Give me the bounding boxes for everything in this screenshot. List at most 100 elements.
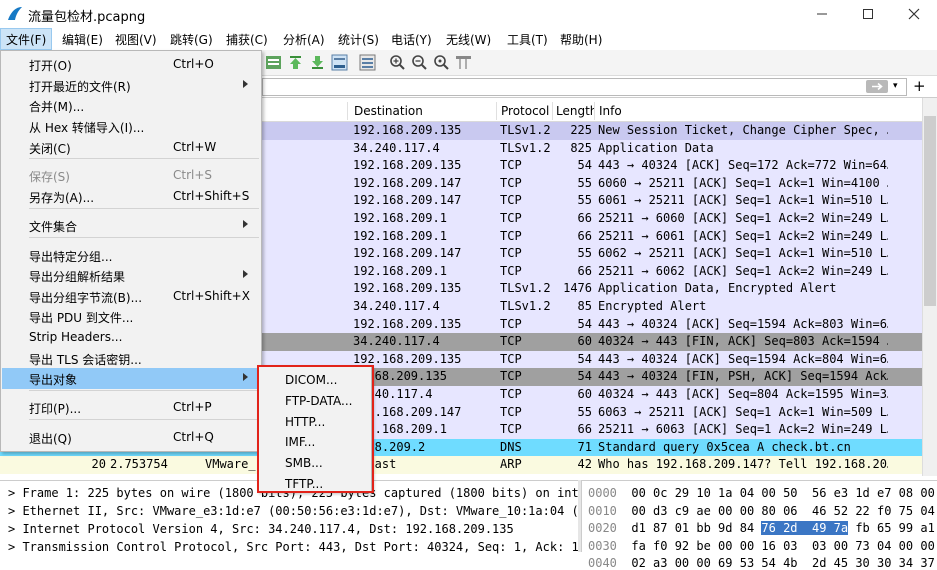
menu-capture[interactable]: 捕获(C) xyxy=(226,31,268,48)
scroll-up-icon[interactable] xyxy=(925,100,935,110)
apply-filter-button[interactable] xyxy=(866,80,888,93)
packet-cell-info: 6060 → 25211 [ACK] Seq=1 Ack=1 Win=4100 … xyxy=(598,175,888,190)
go-first-icon[interactable] xyxy=(287,54,304,71)
menu-edit[interactable]: 编辑(E) xyxy=(62,31,103,48)
packet-cell-proto: TCP xyxy=(500,387,522,401)
packet-cell-proto: TCP xyxy=(500,334,522,349)
menu-tools[interactable]: 工具(T) xyxy=(507,31,548,48)
file-menu-item-export-dissections[interactable]: 导出分组解析结果 xyxy=(2,265,260,286)
colorize-icon[interactable] xyxy=(265,54,282,71)
autoscroll-icon[interactable] xyxy=(331,54,348,71)
byte-hex-selected: 76 2d 49 7a xyxy=(761,521,849,535)
packet-cell-proto: TCP xyxy=(500,404,522,419)
file-menu-item-export-objects[interactable]: 导出对象 xyxy=(2,368,260,389)
minimize-button[interactable] xyxy=(799,0,845,28)
packet-cell-proto: TCP xyxy=(500,211,522,225)
file-menu-item-export-specified[interactable]: 导出特定分组... xyxy=(2,245,260,266)
colorize-packets-icon[interactable] xyxy=(359,54,376,71)
packet-cell-dst: 192.168.209.135 xyxy=(353,158,462,173)
byte-offset: 0010 xyxy=(588,503,617,518)
packet-row[interactable]: 20 2.753754 VMware_ adcast ARP 42 Who has 192.… xyxy=(0,456,922,474)
detail-ip-line[interactable]: > Internet Protocol Version 4, Src: 34.2… xyxy=(8,522,514,536)
scrollbar-thumb[interactable] xyxy=(924,116,936,306)
export-objects-item-imf[interactable]: IMF... xyxy=(259,431,370,452)
packet-cell-proto: TCP xyxy=(500,158,522,173)
menu-item-shortcut: Ctrl+P xyxy=(173,400,212,414)
menu-item-label: 导出对象 xyxy=(29,373,78,387)
export-objects-item-smb[interactable]: SMB... xyxy=(259,452,370,473)
detail-ethernet-line[interactable]: > Ethernet II, Src: VMware_e3:1d:e7 (00:… xyxy=(8,504,579,518)
window-title: 流量包检材.pcapng xyxy=(28,10,146,25)
menu-file[interactable]: 文件(F) xyxy=(0,28,53,50)
file-menu-item-export-bytes[interactable]: 导出分组字节流(B)... Ctrl+Shift+X xyxy=(2,286,260,307)
file-menu-item-strip-headers[interactable]: Strip Headers... xyxy=(2,327,260,348)
file-menu-item-merge[interactable]: 合并(M)... xyxy=(2,95,260,116)
byte-line[interactable]: 0040 02 a3 00 00 69 53 54 4b 2d 45 30 30… xyxy=(588,556,937,570)
packet-cell-dst: 192.168.209.1 xyxy=(353,263,447,278)
export-objects-item-ftp-data[interactable]: FTP-DATA... xyxy=(259,390,370,411)
file-menu-item-save-as[interactable]: 另存为(A)... Ctrl+Shift+S xyxy=(2,186,260,207)
file-menu-item-export-tls-keys[interactable]: 导出 TLS 会话密钥... xyxy=(2,348,260,369)
column-destination[interactable]: Destination xyxy=(354,104,423,118)
submenu-arrow-icon xyxy=(243,220,248,228)
menu-view[interactable]: 视图(V) xyxy=(115,31,157,48)
file-menu-item-print[interactable]: 打印(P)... Ctrl+P xyxy=(2,397,260,418)
byte-hex: d1 87 01 bb 9d 84 xyxy=(631,521,762,535)
menu-statistics[interactable]: 统计(S) xyxy=(338,31,379,48)
menu-analyze[interactable]: 分析(A) xyxy=(283,31,325,48)
add-filter-button[interactable]: + xyxy=(913,77,926,95)
zoom-out-icon[interactable] xyxy=(411,54,428,71)
menu-telephony[interactable]: 电话(Y) xyxy=(391,31,432,48)
close-window-button[interactable] xyxy=(891,0,937,28)
packet-cell-info: Who has 192.168.209.147? Tell 192.168.20… xyxy=(598,457,888,472)
byte-hex: fb 65 99 a1 5 xyxy=(855,521,935,535)
menu-wireless[interactable]: 无线(W) xyxy=(446,31,491,48)
byte-line[interactable]: 0020 d1 87 01 bb 9d 84 76 2d 49 7a fb 65… xyxy=(588,521,937,535)
file-menu-item-export-pdu[interactable]: 导出 PDU 到文件... xyxy=(2,306,260,327)
file-menu-item-file-set[interactable]: 文件集合 xyxy=(2,215,260,236)
byte-line[interactable]: 0000 00 0c 29 10 1a 04 00 50 56 e3 1d e7… xyxy=(588,486,937,500)
menu-item-label: 打开(O) xyxy=(29,59,72,73)
menu-go[interactable]: 跳转(G) xyxy=(170,31,213,48)
packet-cell-info: 443 → 40324 [ACK] Seq=172 Ack=772 Win=64… xyxy=(598,158,888,173)
byte-line[interactable]: 0010 00 d3 c9 ae 00 00 80 06 46 52 22 f0… xyxy=(588,504,937,518)
wireshark-fin-icon xyxy=(8,7,22,20)
zoom-in-icon[interactable] xyxy=(389,54,406,71)
file-menu-item-open[interactable]: 打开(O) Ctrl+O xyxy=(2,54,260,75)
packet-cell-info: 25211 → 6062 [ACK] Seq=1 Ack=2 Win=249 L… xyxy=(598,263,888,278)
display-filter-input[interactable] xyxy=(262,78,907,96)
column-separator xyxy=(552,102,553,120)
packet-cell-proto: TLSv1.2 xyxy=(500,140,551,155)
menu-item-label: SMB... xyxy=(285,456,323,471)
zoom-normal-icon[interactable] xyxy=(433,54,450,71)
filter-dropdown-icon[interactable]: ▾ xyxy=(893,81,898,91)
file-menu-item-close[interactable]: 关闭(C) Ctrl+W xyxy=(2,137,260,158)
packet-cell-len: 66 xyxy=(577,422,592,437)
packet-cell-dst: 192.168.209.135 xyxy=(353,281,462,296)
column-info[interactable]: Info xyxy=(599,104,622,118)
file-menu-item-import-hex[interactable]: 从 Hex 转储导入(I)... xyxy=(2,116,260,137)
packet-list-scrollbar[interactable] xyxy=(922,98,937,476)
packet-bytes-pane: 0000 00 0c 29 10 1a 04 00 50 56 e3 1d e7… xyxy=(581,480,937,570)
go-last-icon[interactable] xyxy=(309,54,326,71)
packet-cell-info: Encrypted Alert xyxy=(598,299,707,313)
resize-columns-icon[interactable] xyxy=(455,54,472,71)
packet-cell-proto: TLSv1.2 xyxy=(500,123,551,137)
packet-cell-dst: 192.168.209.1 xyxy=(353,422,447,437)
arrow-right-icon xyxy=(872,82,883,91)
menu-help[interactable]: 帮助(H) xyxy=(560,31,602,48)
menu-item-label: IMF... xyxy=(285,435,316,450)
file-menu-item-open-recent[interactable]: 打开最近的文件(R) xyxy=(2,75,260,96)
file-menu-item-quit[interactable]: 退出(Q) Ctrl+Q xyxy=(2,427,260,448)
packet-cell-info: New Session Ticket, Change Cipher Spec, … xyxy=(598,123,888,137)
byte-line[interactable]: 0030 fa f0 92 be 00 00 16 03 03 00 73 04… xyxy=(588,539,937,553)
maximize-button[interactable] xyxy=(845,0,891,28)
byte-hex: 02 a3 00 00 69 53 54 4b 2d 45 30 30 34 3… xyxy=(631,556,937,570)
submenu-arrow-icon xyxy=(243,373,248,381)
export-objects-item-http[interactable]: HTTP... xyxy=(259,411,370,432)
export-objects-item-tftp[interactable]: TFTP... xyxy=(259,473,370,494)
export-objects-item-dicom[interactable]: DICOM... xyxy=(259,369,370,390)
column-protocol[interactable]: Protocol xyxy=(501,104,549,118)
file-menu-item-save[interactable]: 保存(S) Ctrl+S xyxy=(2,165,260,186)
column-length[interactable]: Length xyxy=(556,104,594,118)
